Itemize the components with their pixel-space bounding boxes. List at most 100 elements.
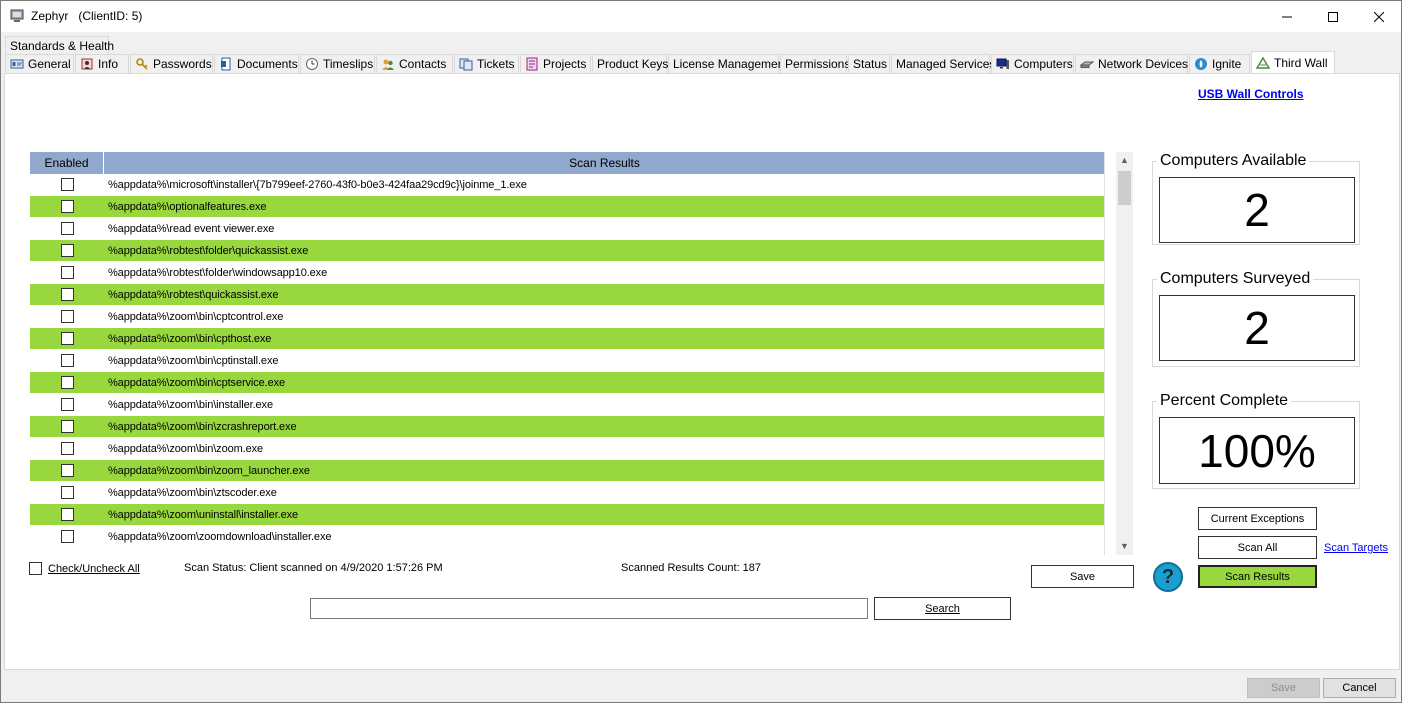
maximize-icon (1328, 11, 1338, 22)
table-row[interactable]: %appdata%\zoom\bin\installer.exe (30, 394, 1104, 416)
footer-save-button[interactable]: Save (1247, 678, 1320, 698)
tab-label: Tickets (477, 57, 515, 71)
table-row[interactable]: %appdata%\read event viewer.exe (30, 218, 1104, 240)
tab-ignite[interactable]: Ignite (1189, 54, 1250, 73)
tab-standards-health[interactable]: Standards & Health (5, 36, 114, 55)
enabled-cell (30, 178, 104, 191)
close-icon (1374, 11, 1384, 22)
tab-documents[interactable]: Documents (214, 54, 299, 73)
computers-available-label: Computers Available (1157, 152, 1310, 170)
scroll-thumb[interactable] (1118, 171, 1131, 205)
scan-results-grid: Enabled Scan Results %appdata%\microsoft… (30, 152, 1105, 555)
minimize-button[interactable] (1264, 1, 1310, 32)
enabled-checkbox[interactable] (60, 486, 74, 499)
scan-result-path: %appdata%\robtest\quickassist.exe (108, 288, 279, 301)
table-row[interactable]: %appdata%\zoom\bin\ztscoder.exe (30, 482, 1104, 504)
search-button[interactable]: Search (874, 597, 1011, 620)
tab-product-keys[interactable]: Product Keys (592, 54, 669, 73)
scan-results-button[interactable]: Scan Results (1198, 565, 1317, 588)
computers-surveyed-label: Computers Surveyed (1157, 270, 1314, 288)
enabled-checkbox[interactable] (60, 442, 74, 455)
enabled-checkbox[interactable] (60, 200, 74, 213)
column-header-enabled[interactable]: Enabled (30, 152, 104, 174)
footer-cancel-button[interactable]: Cancel (1323, 678, 1396, 698)
document-icon (221, 57, 231, 71)
scan-result-path: %appdata%\zoom\bin\cpthost.exe (108, 332, 272, 345)
scan-result-path: %appdata%\robtest\folder\windowsapp10.ex… (108, 266, 328, 279)
enabled-checkbox[interactable] (60, 398, 74, 411)
table-row[interactable]: %appdata%\zoom\bin\cptcontrol.exe (30, 306, 1104, 328)
tab-contacts[interactable]: Contacts (376, 54, 453, 73)
enabled-checkbox[interactable] (60, 354, 74, 367)
table-row[interactable]: %appdata%\zoom\bin\zcrashreport.exe (30, 416, 1104, 438)
enabled-checkbox[interactable] (60, 310, 74, 323)
table-row[interactable]: %appdata%\microsoft\installer\{7b799eef-… (30, 174, 1104, 196)
tab-third-wall[interactable]: Third Wall (1251, 51, 1335, 73)
tab-license-management[interactable]: License Management (668, 54, 788, 73)
table-row[interactable]: %appdata%\zoom\bin\cpthost.exe (30, 328, 1104, 350)
table-row[interactable]: %appdata%\robtest\folder\quickassist.exe (30, 240, 1104, 262)
tab-network-devices[interactable]: Network Devices (1075, 54, 1188, 73)
tab-computers[interactable]: Computers (991, 54, 1074, 73)
tab-permissions[interactable]: Permissions (780, 54, 850, 73)
tab-timeslips[interactable]: Timeslips (300, 54, 375, 73)
scroll-up-arrow-icon[interactable]: ▲ (1116, 152, 1133, 169)
table-row[interactable]: %appdata%\robtest\folder\windowsapp10.ex… (30, 262, 1104, 284)
enabled-checkbox[interactable] (60, 530, 74, 543)
enabled-cell (30, 244, 104, 257)
network-device-icon (1080, 61, 1094, 68)
tab-tickets[interactable]: Tickets (454, 54, 519, 73)
enabled-checkbox[interactable] (60, 244, 74, 257)
tab-label: Timeslips (323, 57, 374, 71)
search-input[interactable] (310, 598, 868, 619)
enabled-checkbox[interactable] (60, 222, 74, 235)
tab-info[interactable]: Info (75, 54, 129, 73)
enabled-checkbox[interactable] (60, 288, 74, 301)
enabled-checkbox[interactable] (60, 178, 74, 191)
enabled-checkbox[interactable] (60, 332, 74, 345)
tab-managed-services[interactable]: Managed Services (891, 54, 995, 73)
check-uncheck-all[interactable]: Check/Uncheck All (29, 562, 140, 575)
enabled-checkbox[interactable] (60, 508, 74, 521)
scan-targets-link[interactable]: Scan Targets (1324, 542, 1388, 554)
tab-general[interactable]: General (5, 54, 74, 73)
tab-passwords[interactable]: Passwords (130, 54, 213, 73)
computers-surveyed-panel: Computers Surveyed 2 (1152, 270, 1360, 367)
close-button[interactable] (1356, 1, 1402, 32)
check-all-checkbox[interactable] (29, 562, 42, 575)
table-row[interactable]: %appdata%\zoom\zoomdownload\installer.ex… (30, 526, 1104, 548)
tab-projects[interactable]: Projects (520, 54, 591, 73)
table-row[interactable]: %appdata%\zoom\bin\cptservice.exe (30, 372, 1104, 394)
tab-label: Contacts (399, 57, 447, 71)
grid-vertical-scrollbar[interactable]: ▲ ▼ (1116, 152, 1133, 555)
computers-available-value: 2 (1159, 177, 1355, 243)
table-row[interactable]: %appdata%\zoom\bin\zoom.exe (30, 438, 1104, 460)
scan-all-button[interactable]: Scan All (1198, 536, 1317, 559)
enabled-checkbox[interactable] (60, 420, 74, 433)
table-row[interactable]: %appdata%\optionalfeatures.exe (30, 196, 1104, 218)
enabled-checkbox[interactable] (60, 376, 74, 389)
scan-result-path: %appdata%\zoom\zoomdownload\installer.ex… (108, 530, 332, 543)
scan-result-path: %appdata%\zoom\bin\cptinstall.exe (108, 354, 279, 367)
enabled-cell (30, 376, 104, 389)
tab-status[interactable]: Status (848, 54, 890, 73)
tab-label: Info (98, 57, 119, 71)
current-exceptions-button[interactable]: Current Exceptions (1198, 507, 1317, 530)
table-row[interactable]: %appdata%\robtest\quickassist.exe (30, 284, 1104, 306)
tab-label: Projects (543, 57, 587, 71)
table-row[interactable]: %appdata%\zoom\uninstall\installer.exe (30, 504, 1104, 526)
enabled-checkbox[interactable] (60, 464, 74, 477)
enabled-cell (30, 442, 104, 455)
table-row[interactable]: %appdata%\zoom\bin\cptinstall.exe (30, 350, 1104, 372)
app-window: Zephyr (ClientID: 5) Standards & Health … (0, 0, 1402, 703)
usb-wall-controls-link[interactable]: USB Wall Controls (1198, 87, 1304, 101)
save-button[interactable]: Save (1031, 565, 1134, 588)
help-icon[interactable]: ? (1153, 562, 1183, 592)
scroll-down-arrow-icon[interactable]: ▼ (1116, 538, 1133, 555)
column-header-scan-results[interactable]: Scan Results (104, 152, 1104, 174)
enabled-checkbox[interactable] (60, 266, 74, 279)
enabled-cell (30, 266, 104, 279)
maximize-button[interactable] (1310, 1, 1356, 32)
tab-label: Product Keys (597, 57, 669, 71)
table-row[interactable]: %appdata%\zoom\bin\zoom_launcher.exe (30, 460, 1104, 482)
